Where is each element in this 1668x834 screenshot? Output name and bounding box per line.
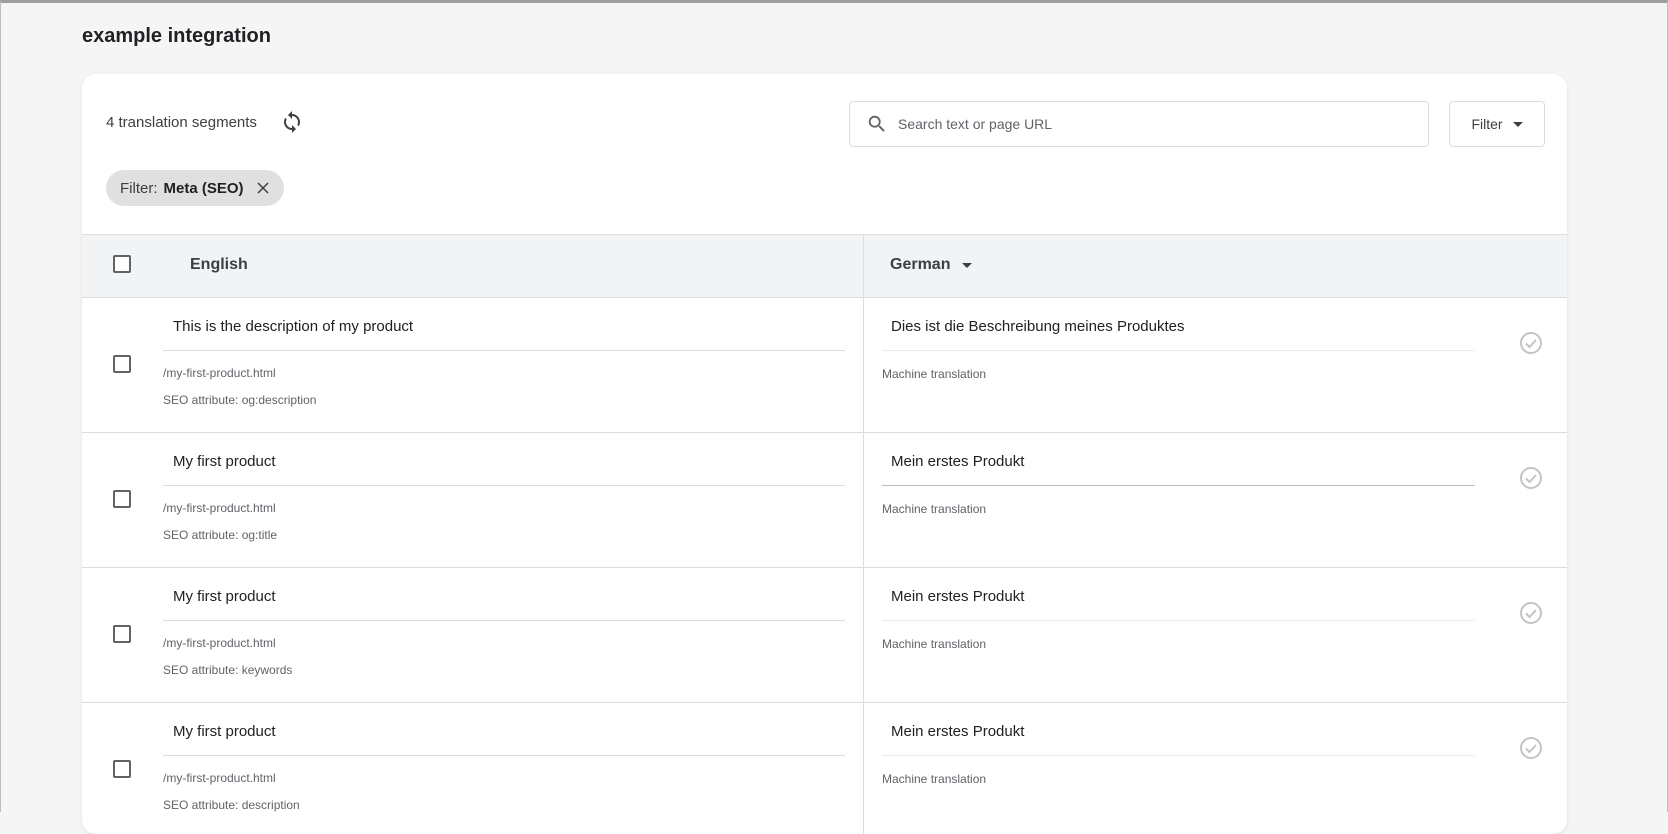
filter-chip-value: Meta (SEO): [163, 179, 244, 197]
divider: [163, 350, 845, 351]
target-text[interactable]: Dies ist die Beschreibung meines Produkt…: [891, 318, 1184, 335]
target-text[interactable]: Mein erstes Produkt: [891, 453, 1024, 470]
column-divider: [863, 703, 864, 834]
column-header-target: German: [890, 256, 951, 273]
translation-source: Machine translation: [882, 502, 987, 516]
toolbar: 4 translation segments Filter Filter: Me…: [82, 74, 1567, 234]
page-path: /my-first-product.html: [163, 636, 276, 650]
column-divider: [863, 235, 864, 297]
caret-down-icon: [1512, 121, 1523, 127]
translation-source: Machine translation: [882, 637, 987, 651]
segments-card: 4 translation segments Filter Filter: Me…: [82, 74, 1567, 834]
target-language-selector[interactable]: German: [890, 256, 973, 274]
column-header-source: English: [190, 256, 248, 273]
table-header: English German: [82, 234, 1567, 298]
row-checkbox[interactable]: [113, 355, 131, 373]
refresh-icon[interactable]: [280, 110, 304, 134]
divider: [163, 620, 845, 621]
table-row: My first product /my-first-product.html …: [82, 568, 1567, 703]
table-row: My first product /my-first-product.html …: [82, 433, 1567, 568]
search-icon: [868, 115, 885, 132]
column-divider: [863, 298, 864, 432]
divider: [882, 620, 1475, 621]
divider: [163, 485, 845, 486]
source-text: My first product: [173, 723, 276, 740]
check-circle-icon[interactable]: [1519, 466, 1543, 490]
seo-attribute: SEO attribute: keywords: [163, 663, 293, 677]
seo-attribute: SEO attribute: og:description: [163, 393, 317, 407]
filter-chip-prefix: Filter:: [120, 179, 158, 197]
close-icon[interactable]: [256, 181, 270, 195]
page-path: /my-first-product.html: [163, 771, 276, 785]
active-filter-chip: Filter: Meta (SEO): [106, 170, 284, 206]
filter-button[interactable]: Filter: [1449, 101, 1545, 147]
search-box[interactable]: [849, 101, 1429, 147]
filter-button-label: Filter: [1471, 116, 1503, 132]
translation-source: Machine translation: [882, 367, 987, 381]
divider: [882, 350, 1475, 351]
column-divider: [863, 433, 864, 567]
source-text: My first product: [173, 453, 276, 470]
check-circle-icon[interactable]: [1519, 601, 1543, 625]
segments-table: English German This is the description o…: [82, 234, 1567, 834]
source-text: This is the description of my product: [173, 318, 414, 335]
row-checkbox[interactable]: [113, 490, 131, 508]
divider: [882, 485, 1475, 486]
segment-count: 4 translation segments: [106, 114, 257, 131]
row-checkbox[interactable]: [113, 625, 131, 643]
target-text[interactable]: Mein erstes Produkt: [891, 723, 1024, 740]
translation-source: Machine translation: [882, 772, 987, 786]
page-title: example integration: [82, 25, 271, 47]
column-divider: [863, 568, 864, 702]
seo-attribute: SEO attribute: og:title: [163, 528, 278, 542]
divider: [882, 755, 1475, 756]
page-path: /my-first-product.html: [163, 501, 276, 515]
divider: [163, 755, 845, 756]
page-path: /my-first-product.html: [163, 366, 276, 380]
target-text[interactable]: Mein erstes Produkt: [891, 588, 1024, 605]
check-circle-icon[interactable]: [1519, 331, 1543, 355]
check-circle-icon[interactable]: [1519, 736, 1543, 760]
row-checkbox[interactable]: [113, 760, 131, 778]
caret-down-icon: [962, 262, 973, 268]
table-row: My first product /my-first-product.html …: [82, 703, 1567, 834]
table-row: This is the description of my product /m…: [82, 298, 1567, 433]
search-input[interactable]: [896, 115, 1420, 133]
select-all-checkbox[interactable]: [113, 255, 131, 273]
source-text: My first product: [173, 588, 276, 605]
seo-attribute: SEO attribute: description: [163, 798, 300, 812]
